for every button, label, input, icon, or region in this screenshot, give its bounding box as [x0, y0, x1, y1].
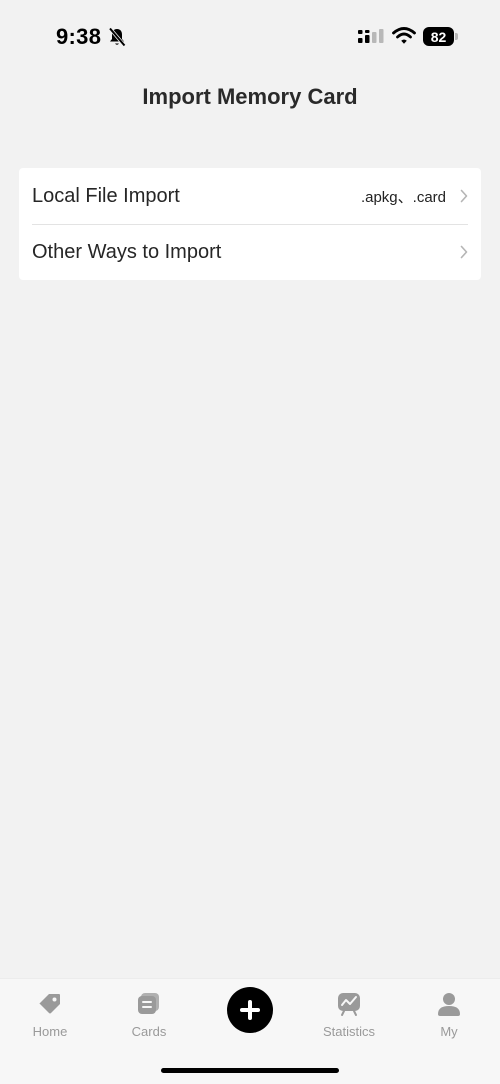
- status-time: 9:38: [56, 24, 102, 49]
- bell-muted-icon: [108, 27, 126, 47]
- battery-level: 82: [423, 27, 454, 46]
- plus-icon: [240, 1000, 260, 1020]
- add-button[interactable]: [227, 987, 273, 1033]
- tab-cards[interactable]: Cards: [109, 991, 189, 1039]
- other-ways-import-row[interactable]: Other Ways to Import: [19, 224, 481, 280]
- page-title: Import Memory Card: [142, 84, 358, 109]
- wifi-icon: [392, 27, 416, 44]
- tab-statistics-label: Statistics: [322, 1024, 375, 1039]
- tab-cards-label: Cards: [131, 1024, 167, 1039]
- cellular-signal-icon: [358, 29, 384, 43]
- import-options-list: Local File Import .apkg、.card Other Ways…: [19, 168, 481, 280]
- local-file-import-row[interactable]: Local File Import .apkg、.card: [19, 168, 481, 224]
- home-indicator: [161, 1068, 339, 1073]
- tab-home-label: Home: [32, 1024, 68, 1039]
- chevron-right-icon: [460, 189, 468, 203]
- battery-tip: [455, 33, 458, 40]
- chart-icon: [338, 993, 360, 1016]
- tab-statistics[interactable]: Statistics: [309, 991, 389, 1039]
- tab-my[interactable]: My: [409, 991, 489, 1039]
- person-icon: [438, 993, 460, 1016]
- chevron-right-icon: [460, 245, 468, 259]
- tab-home[interactable]: Home: [10, 991, 90, 1039]
- tab-my-label: My: [440, 1024, 458, 1039]
- local-file-import-label: Local File Import: [32, 184, 180, 207]
- supported-formats-value: .apkg、.card: [360, 188, 446, 206]
- cards-icon: [138, 993, 159, 1014]
- tag-icon: [39, 994, 60, 1014]
- battery-indicator: 82: [423, 27, 459, 46]
- status-bar: 9:38 82: [0, 0, 500, 74]
- other-ways-import-label: Other Ways to Import: [32, 240, 222, 263]
